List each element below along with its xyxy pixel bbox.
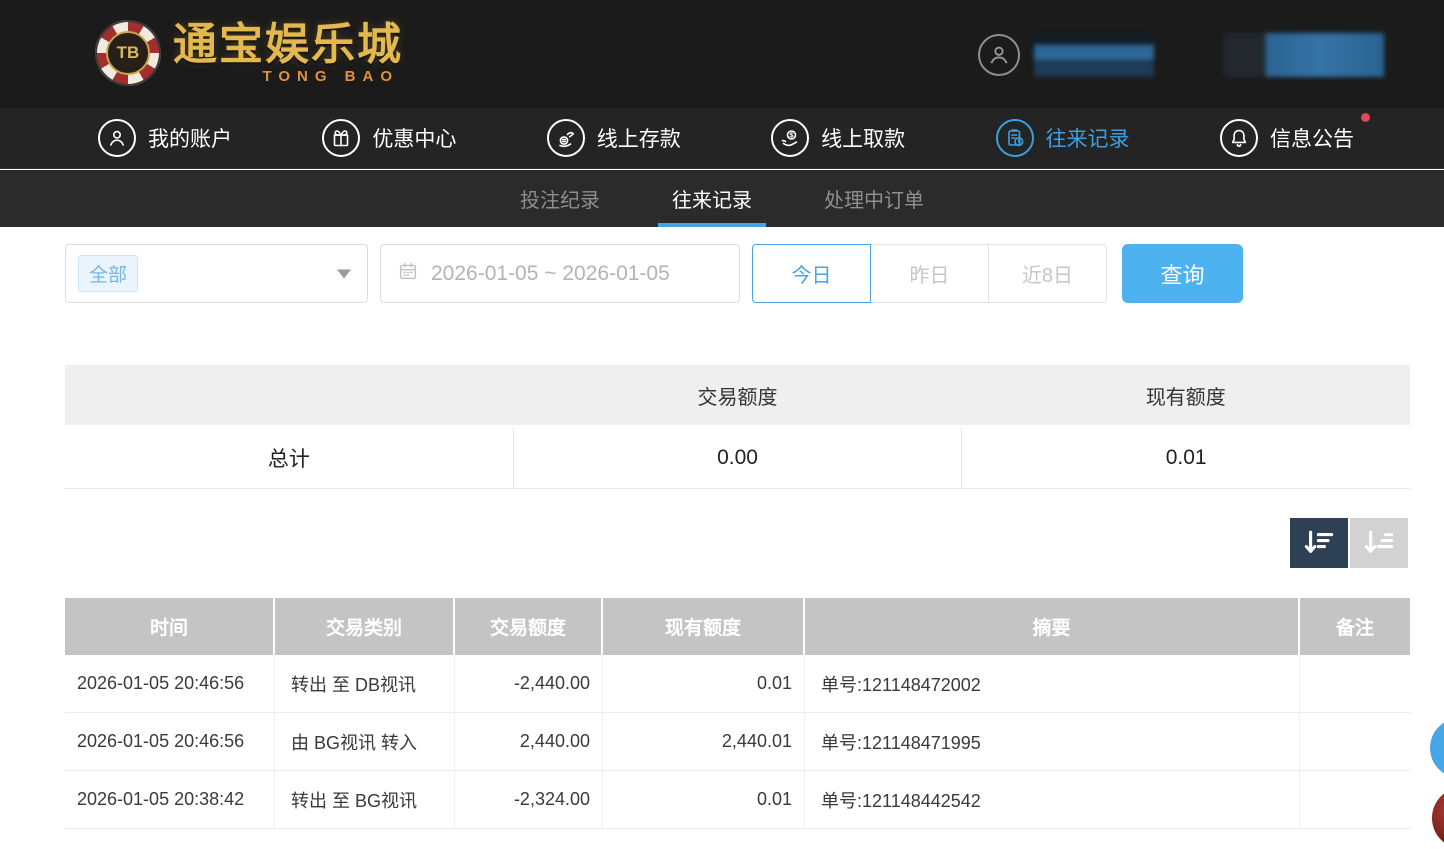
yesterday-button[interactable]: 昨日 <box>870 244 989 303</box>
cell-time: 2026-01-05 20:46:56 <box>65 713 275 770</box>
cell-note <box>1300 713 1410 770</box>
today-button[interactable]: 今日 <box>752 244 871 303</box>
sort-ascending-button[interactable] <box>1350 518 1408 568</box>
cell-time: 2026-01-05 20:38:42 <box>65 771 275 828</box>
cell-balance: 0.01 <box>603 771 805 828</box>
tab-transaction-records[interactable]: 往来记录 <box>658 170 766 227</box>
clipboard-clock-icon <box>996 119 1034 157</box>
cell-type: 转出 至 BG视讯 <box>275 771 455 828</box>
nav-label: 优惠中心 <box>372 123 456 153</box>
search-button[interactable]: 查询 <box>1122 244 1243 303</box>
cell-amount: -2,324.00 <box>455 771 603 828</box>
cell-type: 由 BG视讯 转入 <box>275 713 455 770</box>
summary-header-balance: 现有额度 <box>962 365 1410 425</box>
summary-header-empty <box>65 365 513 425</box>
cell-balance: 0.01 <box>603 655 805 712</box>
page: TB 通宝娱乐城 TONG BAO <box>0 0 1444 823</box>
nav-label: 往来记录 <box>1046 123 1130 153</box>
header-note: 备注 <box>1300 598 1410 655</box>
header-amount: 交易额度 <box>455 598 603 655</box>
nav-item-withdraw[interactable]: $ 线上取款 <box>771 119 905 157</box>
chat-float-button[interactable] <box>1430 718 1444 778</box>
hand-dollar-icon: $ <box>771 119 809 157</box>
header-time: 时间 <box>65 598 275 655</box>
table-row: 2026-01-05 20:46:56 转出 至 DB视讯 -2,440.00 … <box>65 655 1410 713</box>
tab-label: 往来记录 <box>672 184 752 213</box>
summary-total-trade: 0.00 <box>513 427 962 488</box>
cell-note <box>1300 655 1410 712</box>
tab-label: 处理中订单 <box>824 184 924 213</box>
nav-item-my-account[interactable]: 我的账户 <box>98 119 232 157</box>
hand-coin-icon <box>547 119 585 157</box>
cell-summary: 单号:121148442542 <box>805 771 1300 828</box>
header-summary: 摘要 <box>805 598 1300 655</box>
notification-badge <box>1361 113 1370 122</box>
records-table: 时间 交易类别 交易额度 现有额度 摘要 备注 2026-01-05 20:46… <box>65 598 1410 829</box>
cell-note <box>1300 771 1410 828</box>
nav-label: 我的账户 <box>148 123 232 153</box>
date-range-input[interactable]: 2026-01-05 ~ 2026-01-05 <box>380 244 740 303</box>
nav-label: 线上存款 <box>597 123 681 153</box>
summary-total-balance: 0.01 <box>961 427 1410 488</box>
bell-icon <box>1220 119 1258 157</box>
cell-amount: -2,440.00 <box>455 655 603 712</box>
cell-amount: 2,440.00 <box>455 713 603 770</box>
table-row: 2026-01-05 20:46:56 由 BG视讯 转入 2,440.00 2… <box>65 713 1410 771</box>
nav-label: 线上取款 <box>821 123 905 153</box>
user-icon <box>98 119 136 157</box>
nav-item-transaction-records[interactable]: 往来记录 <box>996 119 1130 157</box>
service-float-button[interactable] <box>1432 787 1444 849</box>
chevron-down-icon <box>337 269 351 278</box>
quick-date-buttons: 今日 昨日 近8日 <box>752 244 1107 303</box>
brand-logo[interactable]: TB 通宝娱乐城 TONG BAO <box>95 20 403 86</box>
redacted-balance <box>1224 33 1384 77</box>
tab-betting-records[interactable]: 投注纪录 <box>506 170 614 227</box>
records-header-row: 时间 交易类别 交易额度 现有额度 摘要 备注 <box>65 598 1410 655</box>
summary-header-trade: 交易额度 <box>513 365 961 425</box>
cell-summary: 单号:121148472002 <box>805 655 1300 712</box>
cell-summary: 单号:121148471995 <box>805 713 1300 770</box>
calendar-icon <box>397 260 419 288</box>
summary-table: 交易额度 现有额度 总计 0.00 0.01 <box>65 365 1410 489</box>
tab-pending-orders[interactable]: 处理中订单 <box>810 170 938 227</box>
last-8-days-button[interactable]: 近8日 <box>988 244 1107 303</box>
chip-initials: TB <box>106 31 150 75</box>
selected-type-tag: 全部 <box>78 255 138 292</box>
sort-bar <box>1290 518 1408 568</box>
main-nav: 我的账户 优惠中心 <box>0 108 1444 169</box>
nav-label: 信息公告 <box>1270 123 1354 153</box>
date-range-value: 2026-01-05 ~ 2026-01-05 <box>431 262 670 286</box>
nav-item-announcements[interactable]: 信息公告 <box>1220 119 1354 157</box>
nav-item-promotions[interactable]: 优惠中心 <box>322 119 456 157</box>
user-area <box>978 33 1384 77</box>
redacted-username <box>1034 33 1154 77</box>
cell-balance: 2,440.01 <box>603 713 805 770</box>
user-avatar-icon[interactable] <box>978 34 1020 76</box>
table-row: 2026-01-05 20:38:42 转出 至 BG视讯 -2,324.00 … <box>65 771 1410 829</box>
top-header: TB 通宝娱乐城 TONG BAO <box>0 0 1444 108</box>
brand-subtitle: TONG BAO <box>173 69 403 84</box>
summary-total-label: 总计 <box>65 427 513 488</box>
sub-tabs: 投注纪录 往来记录 处理中订单 <box>0 170 1444 227</box>
type-select[interactable]: 全部 <box>65 244 368 303</box>
cell-type: 转出 至 DB视讯 <box>275 655 455 712</box>
header-type: 交易类别 <box>275 598 455 655</box>
header-balance: 现有额度 <box>603 598 805 655</box>
gift-icon <box>322 119 360 157</box>
cell-time: 2026-01-05 20:46:56 <box>65 655 275 712</box>
summary-header-row: 交易额度 现有额度 <box>65 365 1410 425</box>
casino-chip-icon: TB <box>95 20 161 86</box>
sort-descending-button[interactable] <box>1290 518 1348 568</box>
brand-title: 通宝娱乐城 <box>173 23 403 67</box>
tab-label: 投注纪录 <box>520 184 600 213</box>
summary-total-row: 总计 0.00 0.01 <box>65 427 1410 489</box>
nav-item-deposit[interactable]: 线上存款 <box>547 119 681 157</box>
